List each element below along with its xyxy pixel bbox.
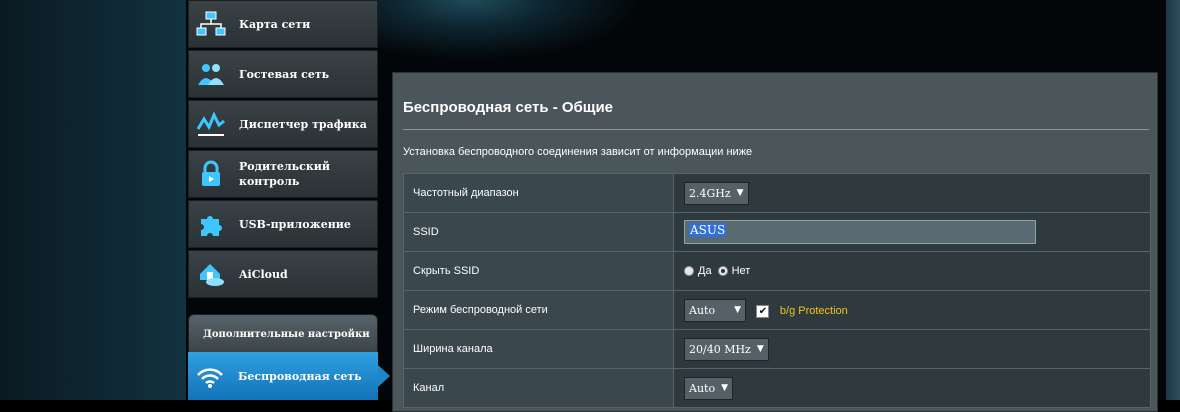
bg-protection-label: b/g Protection (779, 304, 848, 317)
router-admin-page: Карта сети Гостевая сеть Диспетчер трафи… (0, 0, 1180, 412)
hide-ssid-radio-group: Да Нет (684, 265, 1150, 277)
bg-protection-checkbox[interactable]: ✔ (756, 305, 770, 318)
table-row: Канал Auto ▼ (403, 368, 1151, 408)
ssid-label: SSID (403, 212, 674, 252)
left-background (0, 0, 186, 400)
page-title: Беспроводная сеть - Общие (403, 99, 614, 116)
sidebar-item-label: Гостевая сеть (239, 67, 330, 81)
sidebar-item-traffic-manager[interactable]: Диспетчер трафика (188, 100, 378, 148)
active-indicator-arrow (378, 365, 390, 387)
hide-ssid-label: Скрыть SSID (403, 251, 674, 291)
title-divider (403, 129, 1149, 130)
chevron-down-icon: ▼ (736, 188, 744, 198)
band-select[interactable]: 2.4GHz ▼ (684, 181, 749, 205)
sidebar-item-label: Диспетчер трафика (239, 117, 367, 131)
parental-control-icon (195, 158, 227, 190)
wireless-general-panel: Беспроводная сеть - Общие Установка бесп… (392, 72, 1158, 412)
sidebar-menu: Карта сети Гостевая сеть Диспетчер трафи… (188, 0, 390, 400)
sidebar-item-parental-control[interactable]: Родительский контроль (188, 150, 378, 198)
sidebar-item-aicloud[interactable]: AiCloud (188, 250, 378, 298)
aicloud-icon (195, 258, 227, 290)
chevron-down-icon: ▼ (734, 305, 741, 315)
table-row: SSID ASUS (403, 212, 1151, 252)
traffic-manager-icon (195, 108, 227, 140)
channel-width-select[interactable]: 20/40 MHz ▼ (684, 337, 769, 361)
usb-puzzle-icon (195, 208, 227, 240)
table-row: Ширина канала 20/40 MHz ▼ (403, 329, 1151, 369)
hide-ssid-no-radio[interactable] (717, 266, 728, 276)
sidebar-item-label: USB-приложение (239, 217, 351, 231)
sidebar-item-wireless[interactable]: Беспроводная сеть (188, 352, 390, 400)
page-description: Установка беспроводного соединения завис… (403, 146, 753, 158)
channel-width-label: Ширина канала (403, 329, 674, 369)
sidebar-item-label: Карта сети (239, 17, 311, 31)
ssid-input[interactable]: ASUS (684, 220, 1036, 244)
guest-network-icon (195, 58, 227, 90)
sidebar-item-label: Родительский контроль (239, 160, 331, 188)
network-map-icon (195, 8, 227, 40)
channel-label: Канал (403, 368, 674, 408)
sidebar-item-guest-network[interactable]: Гостевая сеть (188, 50, 378, 98)
chevron-down-icon: ▼ (756, 344, 764, 354)
table-row: Режим беспроводной сети Auto ▼ ✔ b/g Pro… (403, 290, 1151, 330)
wireless-mode-select[interactable]: Auto ▼ (684, 298, 746, 322)
wireless-mode-label: Режим беспроводной сети (403, 290, 674, 330)
table-row: Скрыть SSID Да Нет (403, 251, 1151, 291)
sidebar-item-label: Беспроводная сеть (238, 369, 362, 383)
sidebar-item-label: AiCloud (239, 267, 288, 281)
advanced-settings-header: Дополнительные настройки (188, 314, 378, 354)
channel-select[interactable]: Auto ▼ (684, 376, 733, 400)
chevron-down-icon: ▼ (721, 383, 728, 393)
settings-table: Частотный диапазон 2.4GHz ▼ SSID ASUS Ск (403, 173, 1151, 408)
band-label: Частотный диапазон (403, 173, 674, 213)
right-frame (1166, 0, 1180, 400)
hide-ssid-yes-radio[interactable] (684, 266, 694, 276)
wifi-icon (194, 360, 226, 392)
sidebar-item-network-map[interactable]: Карта сети (188, 0, 378, 48)
table-row: Частотный диапазон 2.4GHz ▼ (403, 173, 1151, 213)
sidebar-item-usb-application[interactable]: USB-приложение (188, 200, 378, 248)
